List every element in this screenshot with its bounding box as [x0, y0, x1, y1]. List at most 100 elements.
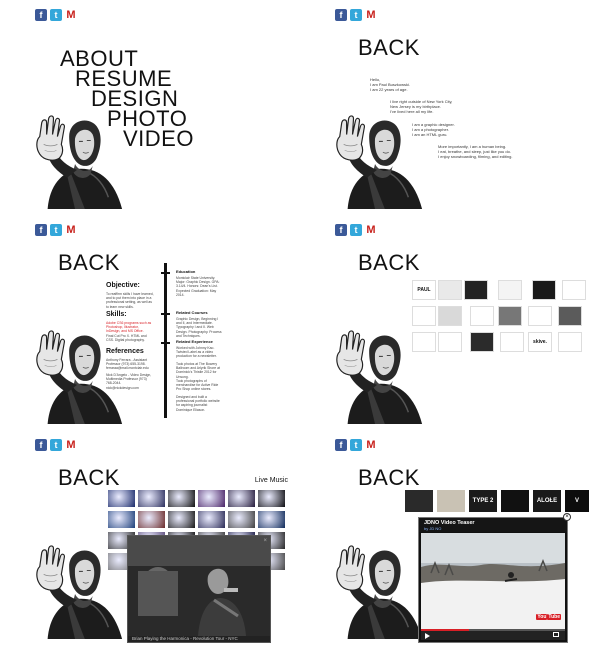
photo-thumbnail[interactable]	[198, 511, 225, 528]
design-thumbnail[interactable]	[412, 306, 436, 326]
seek-bar[interactable]	[421, 629, 565, 631]
about-paragraph-3: I am a graphic designer. I am a photogra…	[412, 122, 532, 138]
facebook-icon[interactable]: f	[35, 9, 47, 21]
video-thumbnail[interactable]: ALOŁE	[533, 490, 561, 512]
photo-thumbnail[interactable]	[138, 490, 165, 507]
fullscreen-icon[interactable]	[553, 632, 559, 637]
design-thumbnail[interactable]	[498, 306, 522, 326]
gmail-icon[interactable]: M	[365, 439, 377, 451]
timeline-tick	[161, 313, 170, 315]
photo-thumbnail[interactable]	[168, 490, 195, 507]
facebook-icon[interactable]: f	[335, 439, 347, 451]
portrait-image	[28, 544, 126, 640]
video-thumbnail[interactable]: TYPE 2	[469, 490, 497, 512]
video-controls[interactable]	[421, 629, 565, 640]
facebook-icon[interactable]: f	[335, 224, 347, 236]
photo-thumbnail[interactable]	[228, 490, 255, 507]
back-button[interactable]: BACK	[358, 35, 420, 61]
social-links: f t M	[35, 439, 77, 451]
design-thumbnail[interactable]	[438, 332, 462, 352]
timeline-tick	[161, 272, 170, 274]
twitter-icon[interactable]: t	[50, 439, 62, 451]
photo-thumbnail[interactable]	[198, 490, 225, 507]
back-button[interactable]: BACK	[358, 250, 420, 276]
photo-gallery-title: Live Music	[254, 477, 288, 484]
close-icon[interactable]: ×	[563, 513, 571, 521]
twitter-icon[interactable]: t	[350, 224, 362, 236]
back-button[interactable]: BACK	[58, 465, 120, 491]
photo-thumbnail[interactable]	[138, 511, 165, 528]
photo-thumbnail[interactable]	[108, 511, 135, 528]
design-thumbnail[interactable]	[562, 280, 586, 300]
gmail-icon[interactable]: M	[365, 224, 377, 236]
design-thumbnail[interactable]	[558, 306, 582, 326]
play-icon[interactable]	[425, 633, 430, 639]
video-thumbnail[interactable]	[501, 490, 529, 512]
close-icon[interactable]: ×	[263, 538, 267, 544]
about-paragraph-4: More importantly, I am a human being. I …	[438, 144, 578, 160]
courses-heading: Related Courses	[176, 310, 208, 315]
design-thumbnail[interactable]	[438, 306, 462, 326]
portrait-image	[28, 329, 126, 425]
experience-text: Worked with Johnny Kao. Twisted Label as…	[176, 346, 217, 359]
gmail-icon[interactable]: M	[65, 439, 77, 451]
lightbox-photo	[128, 536, 270, 636]
back-button[interactable]: BACK	[58, 250, 120, 276]
facebook-icon[interactable]: f	[335, 9, 347, 21]
youtube-logo[interactable]: You Tube	[536, 614, 561, 620]
twitter-icon[interactable]: t	[350, 439, 362, 451]
photo-thumbnail[interactable]	[258, 490, 285, 507]
photo-panel: f t M BACK Live Music Brian Playing the …	[0, 430, 300, 645]
timeline-tick	[161, 342, 170, 344]
video-panel: f t M BACK TYPE 2 ALOŁE V JDNO Video Tease…	[300, 430, 600, 645]
video-thumbnail[interactable]: V	[565, 490, 589, 512]
design-thumbnail[interactable]	[470, 306, 494, 326]
video-player[interactable]: JDNO Video Teaser by JD NO × You Tube	[418, 513, 571, 643]
skills-heading: Skills:	[106, 311, 127, 318]
design-thumbnail[interactable]	[438, 280, 462, 300]
education-heading: Education	[176, 269, 196, 274]
design-thumbnail[interactable]: skive.	[528, 332, 552, 352]
experience-text-2: Took photos at The Bowery Ballroom and A…	[176, 362, 220, 379]
design-thumbnail[interactable]	[464, 280, 488, 300]
portrait-image	[328, 544, 426, 640]
resume-panel: f t M BACK Objective: To reaffirm skills…	[0, 215, 300, 430]
social-links: f t M	[335, 439, 377, 451]
design-thumbnail[interactable]	[532, 280, 556, 300]
back-button[interactable]: BACK	[358, 465, 420, 491]
gmail-icon[interactable]: M	[65, 9, 77, 21]
gmail-icon[interactable]: M	[65, 224, 77, 236]
experience-heading: Related Experience	[176, 339, 213, 344]
video-thumbnail[interactable]	[405, 490, 433, 512]
social-links: f t M	[335, 9, 377, 21]
video-author[interactable]: by JD NO	[424, 526, 562, 531]
photo-thumbnail[interactable]	[168, 511, 195, 528]
photo-lightbox[interactable]: Brian Playing the Harmonica - Revolution…	[127, 535, 271, 643]
video-thumbnail[interactable]	[437, 490, 465, 512]
courses-text: Graphic Design, Beginning I and II, and …	[176, 317, 222, 338]
design-thumbnail[interactable]	[498, 280, 522, 300]
design-thumbnail[interactable]	[528, 306, 552, 326]
photo-thumbnail[interactable]	[258, 511, 285, 528]
about-paragraph-2: I live right outside of New York City, N…	[390, 99, 510, 115]
twitter-icon[interactable]: t	[50, 9, 62, 21]
photo-thumbnail[interactable]	[228, 511, 255, 528]
facebook-icon[interactable]: f	[35, 224, 47, 236]
twitter-icon[interactable]: t	[50, 224, 62, 236]
menu-item-video[interactable]: VIDEO	[123, 126, 194, 152]
about-paragraph-1: Hello, I am Paul Buszkowski. I am 22 yea…	[370, 77, 490, 93]
gmail-icon[interactable]: M	[365, 9, 377, 21]
photo-thumbnail[interactable]	[108, 490, 135, 507]
design-thumbnail[interactable]	[500, 332, 524, 352]
experience-text-4: Designed and built a professional portfo…	[176, 395, 220, 412]
lightbox-caption: Brian Playing the Harmonica - Revolution…	[132, 636, 238, 641]
social-links: f t M	[35, 9, 77, 21]
design-thumbnail[interactable]	[558, 332, 582, 352]
design-thumbnail[interactable]	[470, 332, 494, 352]
design-thumbnail[interactable]: PAUL	[412, 280, 436, 300]
facebook-icon[interactable]: f	[35, 439, 47, 451]
portrait-image	[328, 329, 426, 425]
youtube-logo-tube: Tube	[547, 614, 561, 620]
home-panel: f t M ABOUT RESUME DESIGN PHOTO VIDEO	[0, 0, 300, 215]
twitter-icon[interactable]: t	[350, 9, 362, 21]
